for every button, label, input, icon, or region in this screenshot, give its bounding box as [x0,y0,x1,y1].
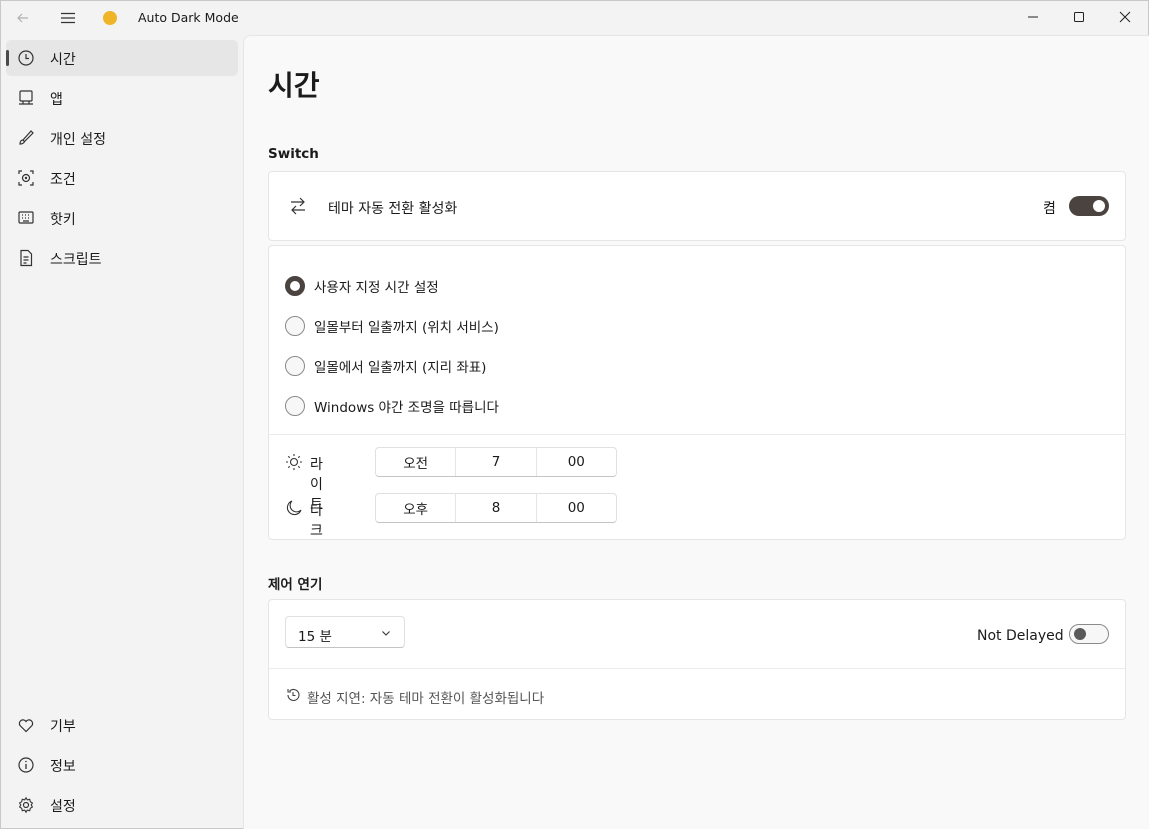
back-arrow-icon [17,13,28,23]
delay-toggle[interactable] [1069,624,1109,644]
radio-button[interactable] [285,316,305,336]
auto-switch-label: 테마 자동 전환 활성화 [328,201,458,217]
switch-arrows-icon [291,197,305,215]
delay-section-title: 제어 연기 [268,577,323,593]
heart-icon [18,719,34,733]
sidebar-item-donate[interactable]: 기부 [6,707,238,743]
combo-value: 15 분 [298,629,332,645]
brush-icon [19,130,34,145]
divider [269,434,1125,435]
close-icon [1119,11,1131,23]
window-title: Auto Dark Mode [138,10,239,25]
radio-windows-night-light[interactable]: Windows 야간 조명을 따릅니다 [285,394,499,418]
switch-section-title: Switch [268,146,319,162]
radio-label: Windows 야간 조명을 따릅니다 [314,400,499,416]
sidebar-item-scripts[interactable]: 스크립트 [6,240,238,276]
radio-button[interactable] [285,276,305,296]
sidebar-item-apps[interactable]: 앱 [6,80,238,116]
dark-ampm[interactable]: 오후 [376,494,457,522]
dark-label: 다크 [310,503,323,539]
app-logo-icon [103,11,117,25]
radio-custom-time[interactable]: 사용자 지정 시간 설정 [285,274,439,298]
monitor-icon [19,90,33,105]
radio-label: 일몰부터 일출까지 (위치 서비스) [314,320,499,336]
sidebar-item-conditions[interactable]: 조건 [6,160,238,196]
maximize-button[interactable] [1056,1,1102,33]
script-icon [20,249,33,267]
delay-card: 15 분 Not Delayed 활성 지연: 자동 테마 전환이 활성화됩니다 [268,599,1126,720]
sidebar-item-label: 조건 [50,172,76,188]
light-minute[interactable]: 00 [537,448,616,476]
delay-duration-combo[interactable]: 15 분 [285,616,405,648]
sidebar: 시간 앱 개인 설정 조건 핫키 스크립트 기부 정보 설정 [1,35,243,829]
menu-button[interactable] [46,1,90,35]
maximize-icon [1074,12,1084,22]
dark-time-picker[interactable]: 오후 8 00 [375,493,617,523]
radio-button[interactable] [285,356,305,376]
sidebar-item-label: 핫키 [50,212,76,228]
page-title: 시간 [268,69,320,102]
back-button[interactable] [1,1,45,35]
sidebar-item-label: 시간 [50,52,76,68]
light-hour[interactable]: 7 [456,448,537,476]
sidebar-item-label: 개인 설정 [50,132,106,148]
auto-switch-toggle[interactable] [1069,196,1109,216]
chevron-down-icon [382,631,390,636]
keyboard-icon [18,211,34,224]
sidebar-item-settings[interactable]: 설정 [6,787,238,823]
clock-icon [18,50,34,66]
sidebar-item-hotkeys[interactable]: 핫키 [6,200,238,236]
conditions-icon [18,170,34,186]
minimize-icon [1028,16,1038,18]
delay-status-label: Not Delayed [977,628,1064,644]
radio-location-service[interactable]: 일몰부터 일출까지 (위치 서비스) [285,314,499,338]
sidebar-item-label: 기부 [50,719,76,735]
radio-button[interactable] [285,396,305,416]
light-time-picker[interactable]: 오전 7 00 [375,447,617,477]
sun-icon [286,454,302,470]
minimize-button[interactable] [1010,1,1056,33]
delay-info-text: 활성 지연: 자동 테마 전환이 활성화됩니다 [307,691,545,707]
sidebar-item-label: 앱 [50,92,63,108]
radio-geo-coordinates[interactable]: 일몰에서 일출까지 (지리 좌표) [285,354,486,378]
sidebar-item-label: 스크립트 [50,252,102,268]
close-button[interactable] [1102,1,1148,33]
radio-label: 사용자 지정 시간 설정 [314,280,439,296]
auto-switch-card: 테마 자동 전환 활성화 켬 [268,171,1126,241]
title-bar: Auto Dark Mode [1,1,1148,35]
content-pane: 시간 Switch 테마 자동 전환 활성화 켬 사용자 지정 시간 설정 일몰… [243,35,1149,829]
radio-label: 일몰에서 일출까지 (지리 좌표) [314,360,487,376]
hamburger-icon [61,12,75,24]
moon-icon [286,500,302,516]
sidebar-item-label: 정보 [50,759,76,775]
light-ampm[interactable]: 오전 [376,448,457,476]
history-icon [287,688,300,701]
sidebar-item-label: 설정 [50,799,76,815]
dark-minute[interactable]: 00 [537,494,616,522]
sidebar-item-personalization[interactable]: 개인 설정 [6,120,238,156]
app-window: Auto Dark Mode 시간 앱 개인 설정 조건 핫키 스크립트 기부 … [0,0,1149,829]
gear-icon [18,796,34,814]
divider [269,668,1125,669]
sidebar-item-time[interactable]: 시간 [6,40,238,76]
toggle-state-label: 켬 [1043,201,1056,217]
time-mode-card: 사용자 지정 시간 설정 일몰부터 일출까지 (위치 서비스) 일몰에서 일출까… [268,245,1126,540]
info-icon [18,757,34,773]
sidebar-item-about[interactable]: 정보 [6,747,238,783]
dark-hour[interactable]: 8 [456,494,537,522]
